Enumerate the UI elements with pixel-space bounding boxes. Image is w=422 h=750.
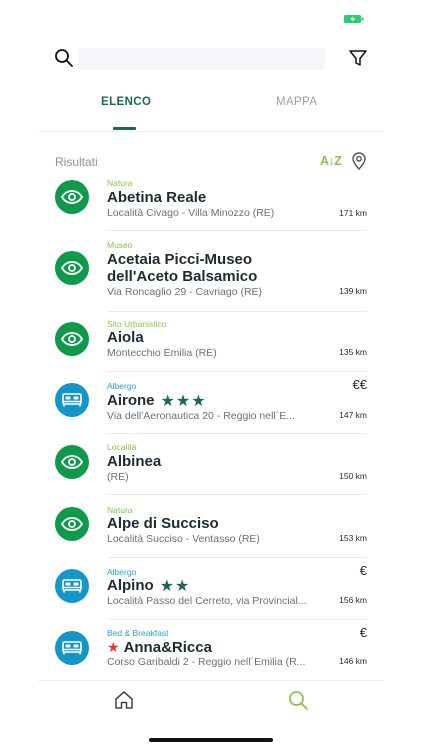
item-title: Aiola xyxy=(107,329,144,346)
item-price: €€ xyxy=(352,377,367,392)
list-item[interactable]: Bed & Breakfast ★ Anna&Ricca € Corso Gari… xyxy=(38,625,384,679)
sort-az-button[interactable]: A↓Z xyxy=(320,154,342,168)
search-nav-icon[interactable] xyxy=(287,689,309,711)
divider xyxy=(107,494,367,495)
item-distance: 135 km xyxy=(339,347,367,357)
bottom-nav xyxy=(38,680,384,725)
item-distance: 147 km xyxy=(339,410,367,420)
item-category: Località xyxy=(107,442,137,452)
tab-elenco[interactable]: ELENCO xyxy=(101,96,151,108)
item-title: Abetina Reale xyxy=(107,189,207,206)
list-item[interactable]: Albergo Airone ★★★ €€ Via dell'Aeronautic… xyxy=(38,377,384,434)
battery-icon xyxy=(344,15,364,23)
home-indicator xyxy=(149,738,273,742)
location-pin-icon[interactable] xyxy=(351,152,367,170)
item-address: Via dell'Aeronautica 20 - Reggio nell´E.… xyxy=(107,410,296,422)
red-star-icon: ★ xyxy=(107,639,120,655)
item-address: Località Succiso - Ventasso (RE) xyxy=(107,533,260,545)
item-address: Località Passo del Cerreto, via Provinci… xyxy=(107,595,307,607)
list-item[interactable]: Natura Abetina Reale Località Civago - V… xyxy=(38,174,384,231)
item-title-row: Alpino ★★ xyxy=(107,576,190,596)
item-distance: 150 km xyxy=(339,471,367,481)
list-item[interactable]: Museo Acetaia Picci-Museo dell'Aceto Bal… xyxy=(38,236,384,312)
item-price: € xyxy=(359,625,367,640)
item-address: (RE) xyxy=(107,471,129,483)
list-item[interactable]: Natura Alpe di Succiso Località Succiso … xyxy=(38,501,384,558)
results-header: Risultati A↓Z xyxy=(55,152,367,172)
divider xyxy=(107,311,367,312)
bed-icon xyxy=(55,569,89,603)
list-item[interactable]: Albergo Alpino ★★ € Località Passo del Ce… xyxy=(38,563,384,620)
divider xyxy=(107,371,367,372)
divider xyxy=(107,230,367,231)
item-title: Alpe di Succiso xyxy=(107,515,219,532)
home-icon[interactable] xyxy=(113,689,135,711)
item-category: Museo xyxy=(107,240,133,250)
bed-icon xyxy=(55,631,89,665)
divider xyxy=(107,619,367,620)
item-title: Albinea xyxy=(107,453,162,470)
eye-icon xyxy=(55,180,89,214)
item-title: Anna&Ricca xyxy=(123,639,212,656)
bed-icon xyxy=(55,383,89,417)
item-title-line2: dell'Aceto Balsamico xyxy=(107,268,258,285)
status-bar xyxy=(0,0,422,38)
eye-icon xyxy=(55,507,89,541)
item-address: Corso Garibaldi 2 - Reggio nell´Emilia (… xyxy=(107,656,306,668)
list-item[interactable]: Località Albinea (RE) 150 km xyxy=(38,439,384,495)
search-bar xyxy=(0,44,422,74)
item-distance: 171 km xyxy=(339,208,367,218)
eye-icon xyxy=(55,322,89,356)
divider xyxy=(107,557,367,558)
item-distance: 139 km xyxy=(339,286,367,296)
search-icon[interactable] xyxy=(54,48,74,68)
eye-icon xyxy=(55,251,89,285)
item-price: € xyxy=(359,563,367,578)
item-title: Alpino xyxy=(107,577,154,594)
item-title-row: Airone ★★★ xyxy=(107,391,207,411)
tab-bar: ELENCO MAPPA xyxy=(38,88,384,132)
item-distance: 156 km xyxy=(339,595,367,605)
item-title: Airone xyxy=(107,392,155,409)
results-label: Risultati xyxy=(55,155,98,169)
search-input[interactable] xyxy=(78,48,325,70)
item-distance: 153 km xyxy=(339,533,367,543)
tab-mappa[interactable]: MAPPA xyxy=(276,96,317,108)
list-item[interactable]: Sito Urbanistico Aiola Montecchio Emilia… xyxy=(38,316,384,372)
item-category: Albergo xyxy=(107,381,137,391)
rating-stars: ★★ xyxy=(159,578,191,595)
eye-icon xyxy=(55,445,89,479)
item-title-row: ★ Anna&Ricca xyxy=(107,638,212,657)
item-address: Località Civago - Villa Minozzo (RE) xyxy=(107,207,275,219)
filter-icon[interactable] xyxy=(348,48,368,68)
rating-stars: ★★★ xyxy=(160,393,207,410)
item-category: Bed & Breakfast xyxy=(107,628,169,638)
item-address: Montecchio Emilia (RE) xyxy=(107,347,217,359)
item-category: Natura xyxy=(107,178,133,188)
item-address: Via Roncaglio 29 - Cavriago (RE) xyxy=(107,286,263,298)
divider xyxy=(107,433,367,434)
active-tab-indicator xyxy=(113,127,136,130)
item-distance: 146 km xyxy=(339,656,367,666)
